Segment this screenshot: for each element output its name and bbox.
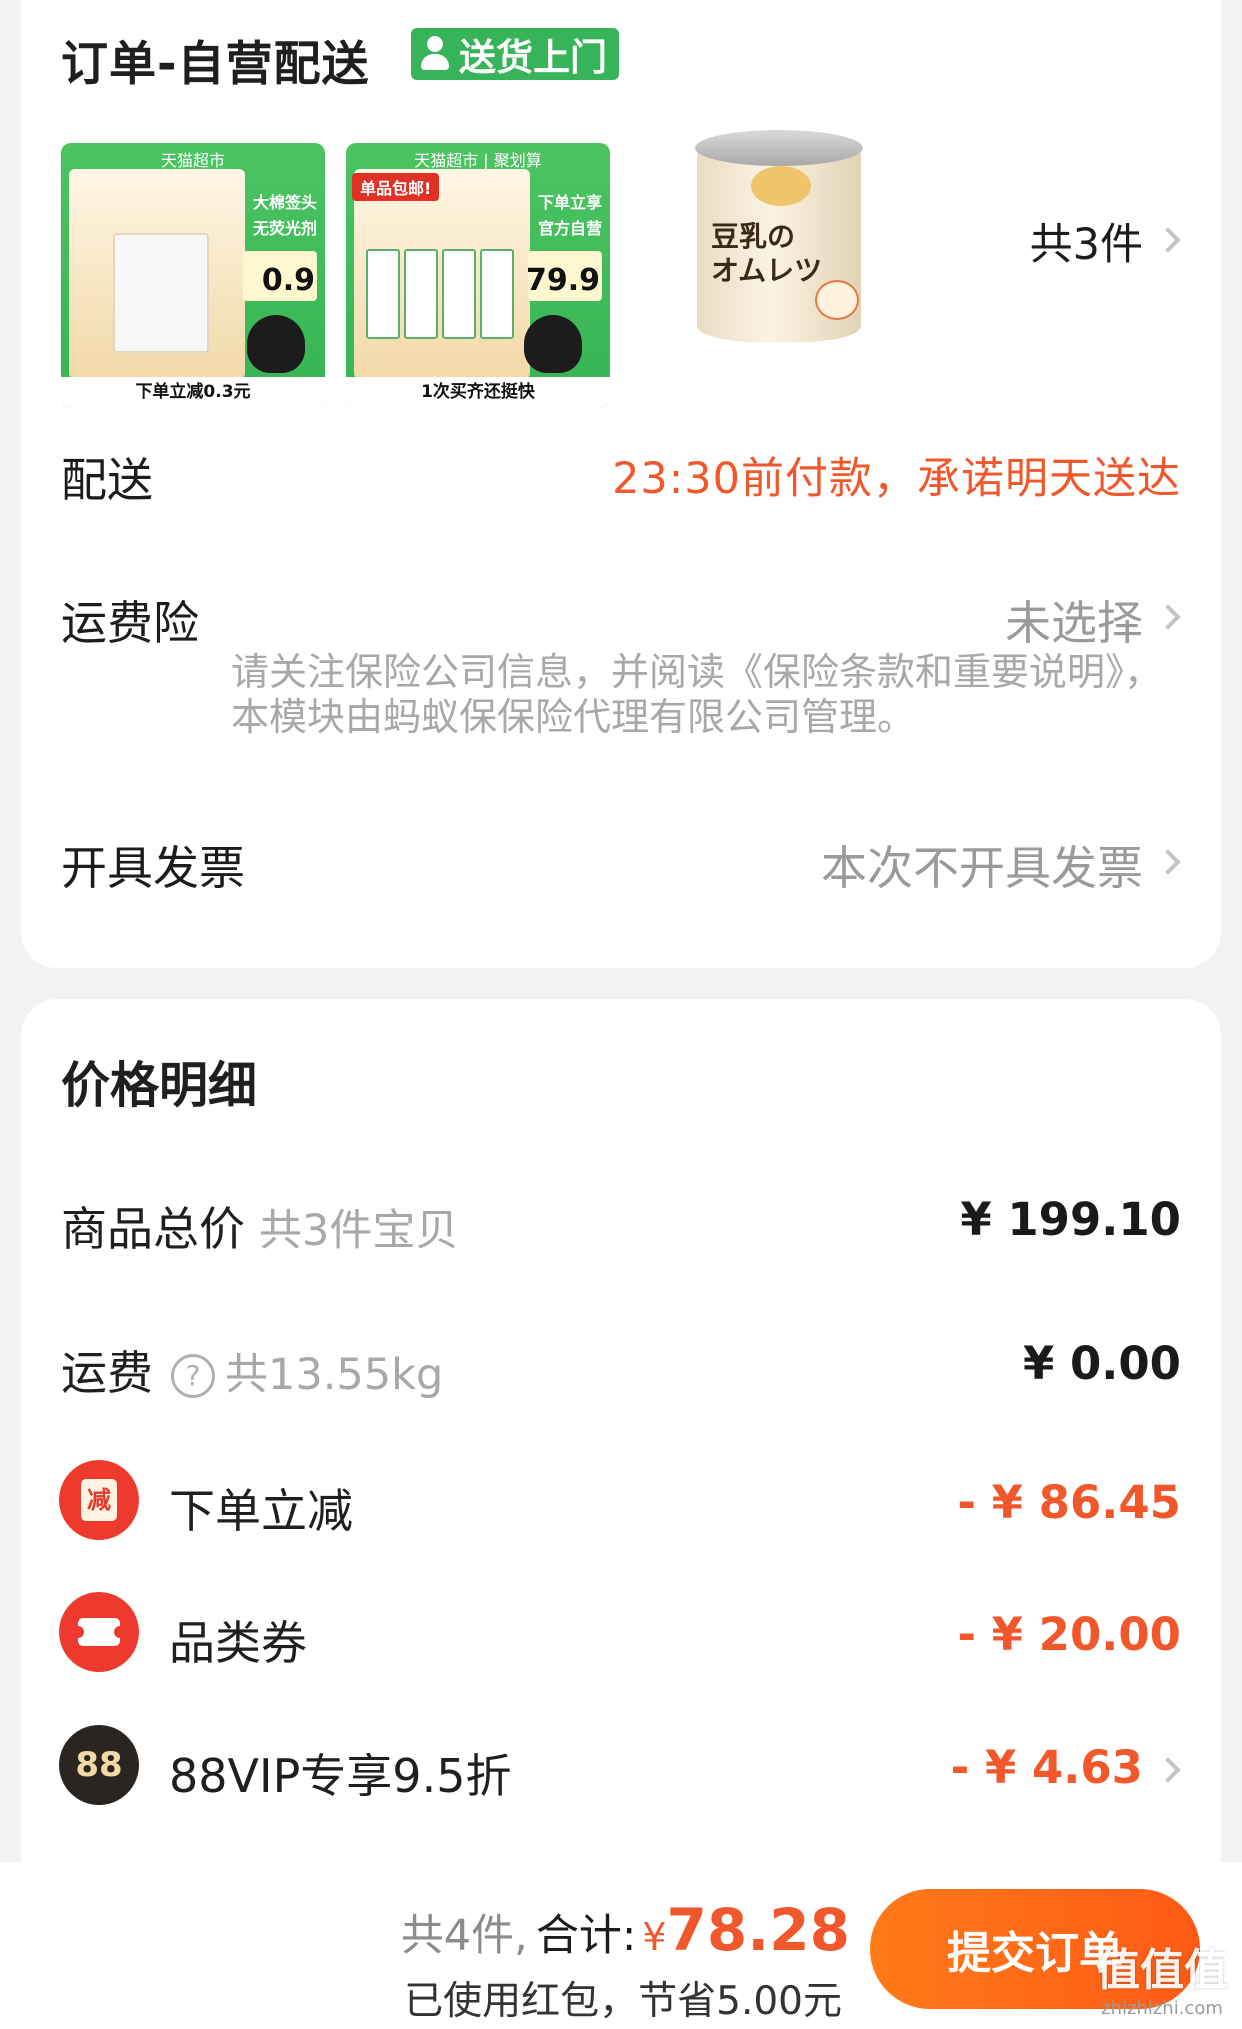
chevron-right-icon[interactable] <box>1155 1757 1181 1783</box>
items-count[interactable]: 共3件 <box>1030 210 1143 272</box>
currency-symbol: ¥ <box>642 1915 667 1959</box>
order-card: 订单-自营配送 送货上门 天猫超市 大棉签头 无荧光剂 0.9 下单立减0.3元… <box>21 0 1221 968</box>
vip-88-icon: 88 <box>59 1725 139 1805</box>
insurance-note: 请关注保险公司信息，并阅读《保险条款和重要说明》，本模块由蚂蚁保保险代理有限公司… <box>231 650 1163 739</box>
instant-discount-value: - ¥ 86.45 <box>957 1476 1181 1529</box>
delivery-label: 配送 <box>61 453 153 507</box>
thumb-2-price: 79.9 <box>525 263 600 298</box>
delivery-badge: 送货上门 <box>411 28 619 80</box>
instant-discount-label: 下单立减 <box>169 1484 353 1538</box>
watermark: 值值值 zhizhizhi.com <box>1096 1934 1228 2019</box>
invoice-value[interactable]: 本次不开具发票 <box>821 832 1143 898</box>
thumb-2-side-top: 下单立享 <box>537 193 602 212</box>
checkout-summary: 共4件, 合计: ¥78.28 <box>401 1896 850 1964</box>
order-title: 订单-自营配送 <box>61 37 370 92</box>
shipping-insurance-value[interactable]: 未选择 <box>1005 587 1143 653</box>
goods-total-label: 商品总价 <box>61 1202 245 1256</box>
freight-row: 运费? 共13.55kg <box>61 1337 443 1403</box>
watermark-text: 值值值 <box>1096 1945 1228 1996</box>
thumb-1-side-sub: 无荧光剂 <box>252 219 317 238</box>
question-icon[interactable]: ? <box>171 1354 215 1398</box>
freight-label: 运费 <box>61 1346 153 1400</box>
tmall-cat-icon <box>247 315 305 373</box>
product-thumbnail-3[interactable]: 豆乳の オムレツ <box>691 130 867 346</box>
thumb-2-store-tag: 天猫超市 | 聚划算 <box>414 151 542 170</box>
checkout-total-label: 合计: <box>535 1911 637 1961</box>
thumb-1-store-tag: 天猫超市 <box>160 151 225 170</box>
thumb-1-price: 0.9 <box>261 263 315 298</box>
red-packet-savings: 已使用红包，节省5.00元 <box>404 1979 842 2024</box>
shipping-insurance-label: 运费险 <box>61 596 199 650</box>
freight-weight: 共13.55kg <box>225 1350 444 1400</box>
goods-total-row: 商品总价 共3件宝贝 <box>61 1193 458 1259</box>
checkout-item-count: 共4件, <box>400 1911 528 1961</box>
freight-value: ¥ 0.00 <box>1022 1337 1181 1390</box>
watermark-url: zhizhizhi.com <box>1101 1998 1223 2019</box>
thumb-2-red-tag: 单品包邮! <box>352 173 440 201</box>
thumb-3-label: 豆乳の オムレツ <box>711 220 823 287</box>
chevron-right-icon[interactable] <box>1155 227 1181 253</box>
thumb-1-image <box>69 169 245 379</box>
delivery-promise: 23:30前付款，承诺明天送达 <box>612 454 1181 504</box>
chevron-right-icon[interactable] <box>1155 604 1181 630</box>
checkout-total-amount: 78.28 <box>666 1896 850 1964</box>
product-thumbnail-2[interactable]: 天猫超市 | 聚划算 单品包邮! 下单立享 官方自营 79.9 1次买齐还挺快 <box>346 143 610 407</box>
checkout-bar: 共4件, 合计: ¥78.28 已使用红包，节省5.00元 提交订单 值值值 zhi… <box>0 1862 1242 2029</box>
coupon-icon <box>59 1592 139 1672</box>
vip-discount-value[interactable]: - ¥ 4.63 <box>951 1741 1143 1794</box>
chevron-right-icon[interactable] <box>1155 849 1181 875</box>
goods-total-sub: 共3件宝贝 <box>259 1206 459 1256</box>
thumb-1-bottom-text: 下单立减0.3元 <box>61 377 325 407</box>
category-coupon-label: 品类券 <box>169 1616 307 1670</box>
reduce-icon: 减 <box>59 1460 139 1540</box>
delivery-badge-label: 送货上门 <box>459 36 607 79</box>
goods-total-value: ¥ 199.10 <box>960 1193 1181 1246</box>
invoice-label: 开具发票 <box>61 841 245 895</box>
thumb-2-side-sub: 官方自营 <box>537 219 602 238</box>
product-thumbnail-1[interactable]: 天猫超市 大棉签头 无荧光剂 0.9 下单立减0.3元 <box>61 143 325 407</box>
thumb-2-bottom-text: 1次买齐还挺快 <box>346 377 610 407</box>
category-coupon-value: - ¥ 20.00 <box>957 1608 1181 1661</box>
vip-discount-label: 88VIP专享9.5折 <box>169 1749 512 1803</box>
price-detail-title: 价格明细 <box>61 1057 258 1114</box>
tmall-cat-icon <box>524 315 582 373</box>
person-icon <box>419 34 453 74</box>
thumb-1-side-top: 大棉签头 <box>252 193 317 212</box>
